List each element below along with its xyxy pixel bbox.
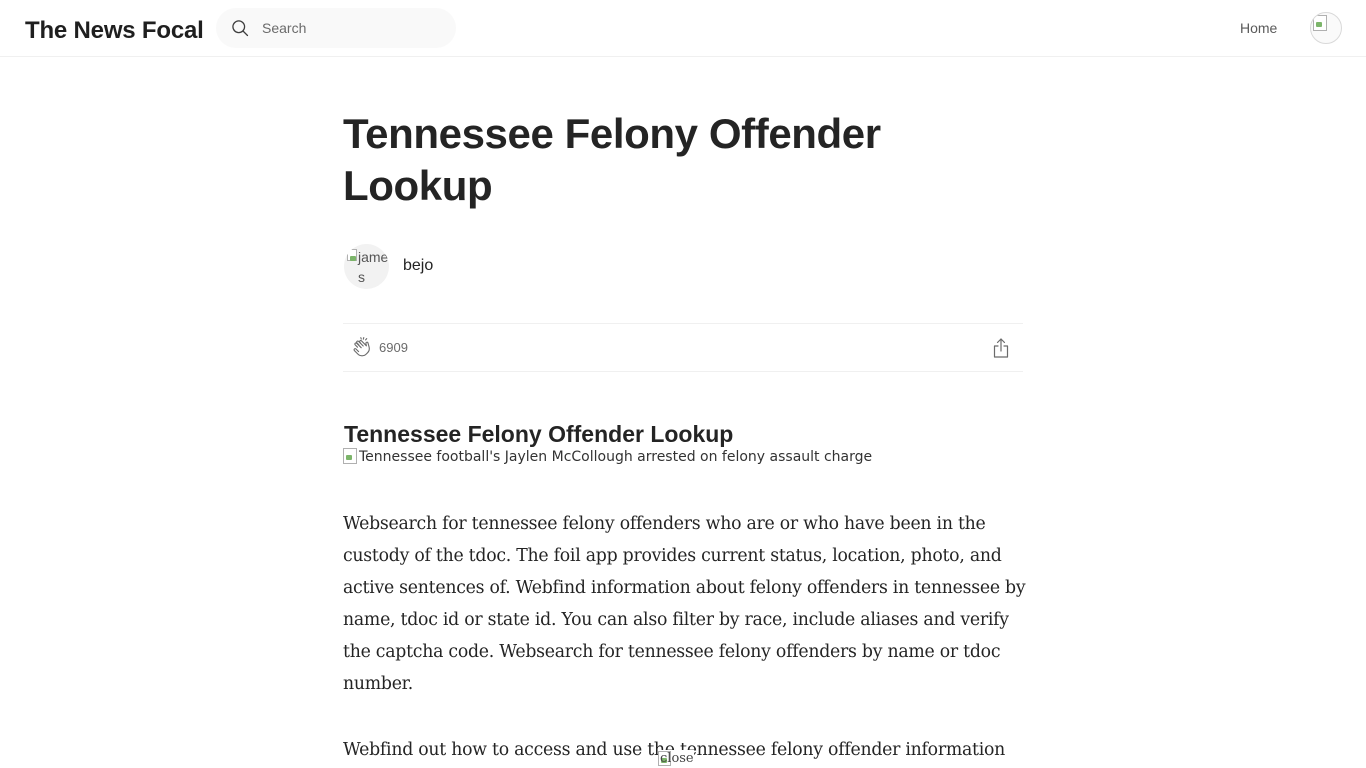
- share-icon[interactable]: [989, 336, 1013, 360]
- search-input[interactable]: [262, 8, 442, 48]
- author-name-link[interactable]: bejo: [403, 256, 433, 276]
- broken-image-icon: [1313, 15, 1327, 31]
- clap-count: 6909: [379, 340, 408, 355]
- clap-icon[interactable]: [351, 336, 375, 360]
- broken-image-icon: [347, 249, 357, 261]
- search-box[interactable]: [216, 8, 456, 48]
- article-title: Tennessee Felony Offender Lookup: [343, 110, 881, 209]
- site-logo[interactable]: The News Focal: [25, 15, 204, 47]
- nav-home-link[interactable]: Home: [1240, 19, 1277, 37]
- article-actions-bar: 6909: [343, 323, 1023, 372]
- broken-image-icon: [343, 448, 357, 464]
- hero-image-alt-text: Tennessee football's Jaylen McCollough a…: [359, 449, 873, 465]
- hero-image: Tennessee football's Jaylen McCollough a…: [343, 447, 1023, 467]
- section-heading: Tennessee Felony Offender Lookup: [344, 421, 734, 447]
- article-paragraph: Websearch for tennessee felony offenders…: [343, 514, 1026, 694]
- search-icon: [232, 20, 249, 37]
- user-avatar[interactable]: [1310, 12, 1342, 44]
- close-button[interactable]: close: [658, 750, 694, 768]
- close-icon: close: [660, 751, 694, 766]
- top-navigation-bar: The News Focal Home: [0, 0, 1366, 57]
- author-avatar[interactable]: james: [344, 244, 389, 289]
